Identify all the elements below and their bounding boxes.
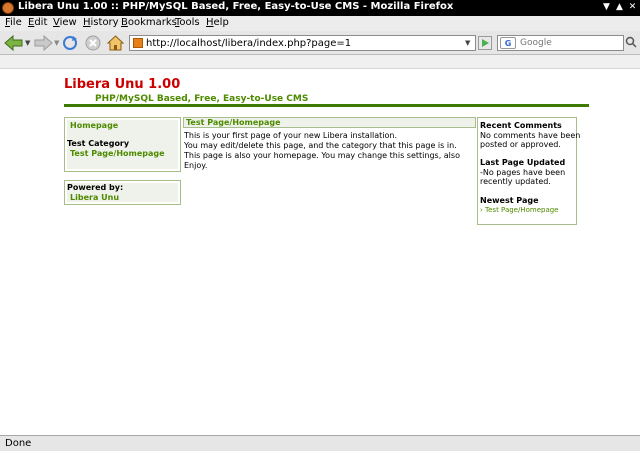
back-arrow-icon[interactable] <box>3 35 25 51</box>
recent-comments-heading: Recent Comments <box>480 121 562 130</box>
category-heading: Test Category <box>67 139 130 148</box>
powered-by-box: Powered by: Libera Unu <box>64 180 181 205</box>
url-input[interactable] <box>146 36 456 50</box>
google-icon[interactable]: G <box>500 37 516 49</box>
search-input[interactable] <box>520 36 620 50</box>
forward-arrow-icon[interactable] <box>32 35 54 51</box>
site-favicon-icon <box>133 38 143 48</box>
status-bar: Done <box>0 435 640 451</box>
navigation-toolbar: ▼ ▼ ▼ G <box>0 31 640 55</box>
libera-unu-link[interactable]: Libera Unu <box>70 193 119 202</box>
window-title: Libera Unu 1.00 :: PHP/MySQL Based, Free… <box>18 1 454 12</box>
content-line: Enjoy. <box>184 161 208 170</box>
homepage-link[interactable]: Homepage <box>70 121 118 130</box>
menu-view[interactable]: View <box>53 17 77 28</box>
bookmarks-toolbar <box>0 55 640 69</box>
content-title: Test Page/Homepage <box>186 118 281 127</box>
menu-edit[interactable]: Edit <box>28 17 47 28</box>
maximize-icon[interactable]: ▲ <box>614 2 625 13</box>
newest-page-heading: Newest Page <box>480 196 539 205</box>
site-title: Libera Unu 1.00 <box>64 77 181 92</box>
right-sidebar: Recent Comments No comments have been po… <box>477 117 581 225</box>
close-icon[interactable]: ✕ <box>627 2 638 13</box>
address-bar[interactable]: ▼ <box>129 35 476 51</box>
reload-icon[interactable] <box>62 35 78 51</box>
firefox-icon <box>2 2 14 14</box>
last-updated-heading: Last Page Updated <box>480 158 566 167</box>
menu-bar: File Edit View History Bookmarks Tools H… <box>0 16 640 31</box>
content-line: This is your first page of your new Libe… <box>184 131 398 140</box>
back-history-chevron-icon[interactable]: ▼ <box>25 35 30 51</box>
menu-help[interactable]: Help <box>206 17 229 28</box>
url-dropdown-icon[interactable]: ▼ <box>465 38 473 48</box>
newest-page-link[interactable]: › Test Page/Homepage <box>480 206 559 214</box>
category-page-link[interactable]: Test Page/Homepage <box>70 149 165 158</box>
status-text: Done <box>5 438 32 449</box>
search-magnifier-icon[interactable] <box>625 35 637 51</box>
last-updated-text: -No pages have been <box>480 168 566 177</box>
content-title-bar: Test Page/Homepage <box>183 117 476 128</box>
menu-tools[interactable]: Tools <box>175 17 200 28</box>
go-icon[interactable] <box>478 35 492 51</box>
menu-history[interactable]: History <box>83 17 119 28</box>
content-body: This is your first page of your new Libe… <box>184 131 476 171</box>
forward-history-chevron-icon[interactable]: ▼ <box>54 35 59 51</box>
content-line: You may edit/delete this page, and the c… <box>184 141 457 150</box>
powered-by-heading: Powered by: <box>67 183 124 192</box>
last-updated-text: recently updated. <box>480 177 551 186</box>
recent-comments-text: posted or approved. <box>480 140 561 149</box>
stop-icon[interactable] <box>85 35 101 51</box>
content-line: This page is also your homepage. You may… <box>184 151 460 160</box>
menu-file[interactable]: File <box>5 17 22 28</box>
home-icon[interactable] <box>107 35 124 51</box>
window-titlebar: Libera Unu 1.00 :: PHP/MySQL Based, Free… <box>0 0 640 16</box>
search-box[interactable]: G <box>497 35 624 51</box>
menu-bookmarks[interactable]: Bookmarks <box>121 17 177 28</box>
site-tagline: PHP/MySQL Based, Free, Easy-to-Use CMS <box>95 94 309 104</box>
header-divider <box>64 104 589 107</box>
recent-comments-text: No comments have been <box>480 131 581 140</box>
left-nav-box: Homepage Test Category Test Page/Homepag… <box>64 117 181 172</box>
minimize-icon[interactable]: ▼ <box>601 2 612 13</box>
